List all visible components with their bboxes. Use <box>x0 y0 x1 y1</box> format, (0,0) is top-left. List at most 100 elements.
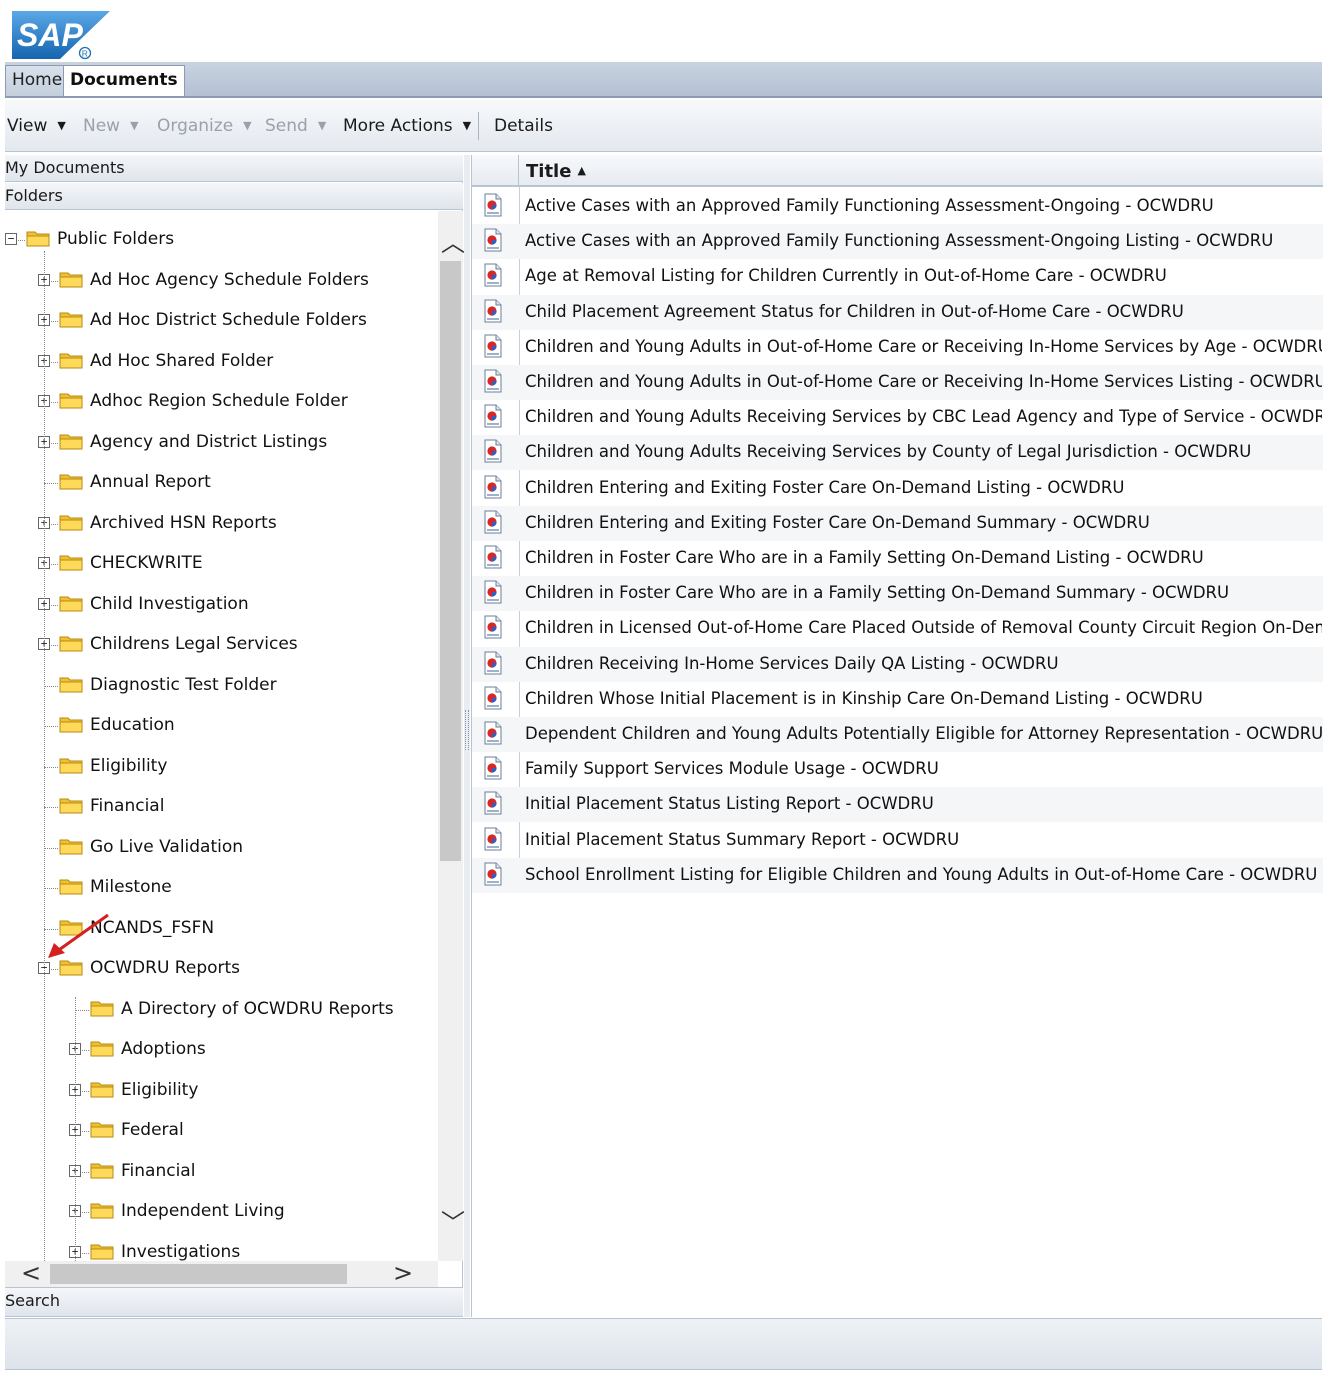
status-bar <box>5 1318 1322 1370</box>
folder-tree-item[interactable]: − Public Folders <box>5 225 437 255</box>
folder-tree-item[interactable]: Annual Report <box>5 468 437 498</box>
folder-tree-item[interactable]: + Archived HSN Reports <box>5 509 437 539</box>
document-row[interactable]: Children in Foster Care Who are in a Fam… <box>472 576 1323 611</box>
folder-tree-item[interactable]: A Directory of OCWDRU Reports <box>5 995 437 1025</box>
send-menu-button[interactable]: Send ▼ <box>265 115 326 137</box>
report-document-icon <box>484 580 502 604</box>
folder-tree-item[interactable]: + Federal <box>5 1116 437 1146</box>
folder-icon <box>59 839 83 855</box>
document-row[interactable]: Initial Placement Status Listing Report … <box>472 787 1323 822</box>
folder-tree-item[interactable]: Education <box>5 711 437 741</box>
document-row[interactable]: Children Entering and Exiting Foster Car… <box>472 506 1323 541</box>
folder-tree-item[interactable]: + CHECKWRITE <box>5 549 437 579</box>
report-document-icon <box>484 299 502 323</box>
svg-text:R: R <box>82 49 88 59</box>
tab-home[interactable]: Home <box>5 65 70 96</box>
scroll-right-icon[interactable]: > <box>393 1261 413 1285</box>
more-actions-menu-button[interactable]: More Actions ▼ <box>343 115 471 137</box>
document-row[interactable]: Active Cases with an Approved Family Fun… <box>472 224 1323 259</box>
folder-tree-item[interactable]: + Childrens Legal Services <box>5 630 437 660</box>
document-row[interactable]: School Enrollment Listing for Eligible C… <box>472 858 1323 893</box>
sap-logo: SAP R <box>12 11 110 60</box>
scroll-down-icon[interactable]: ﹀ <box>441 1211 465 1235</box>
red-arrow-annotation <box>48 913 109 958</box>
folder-tree-label: Financial <box>90 796 165 816</box>
document-title: Child Placement Agreement Status for Chi… <box>525 302 1184 321</box>
folder-tree-item[interactable]: + Agency and District Listings <box>5 428 437 458</box>
folder-tree-label: Annual Report <box>90 472 211 492</box>
folder-tree-label: Adhoc Region Schedule Folder <box>90 391 348 411</box>
document-row[interactable]: Active Cases with an Approved Family Fun… <box>472 189 1323 224</box>
folder-tree-item[interactable]: Diagnostic Test Folder <box>5 671 437 701</box>
folder-tree-item[interactable]: Financial <box>5 792 437 822</box>
document-row[interactable]: Children Whose Initial Placement is in K… <box>472 682 1323 717</box>
document-row[interactable]: Children Entering and Exiting Foster Car… <box>472 471 1323 506</box>
folder-tree-item[interactable]: + Independent Living <box>5 1197 437 1227</box>
document-row[interactable]: Children and Young Adults in Out-of-Home… <box>472 365 1323 400</box>
folder-tree-label: Diagnostic Test Folder <box>90 675 277 695</box>
folder-tree-item[interactable]: + Financial <box>5 1157 437 1187</box>
document-row[interactable]: Children and Young Adults in Out-of-Home… <box>472 330 1323 365</box>
view-menu-button[interactable]: View ▼ <box>7 115 66 137</box>
document-title: School Enrollment Listing for Eligible C… <box>525 865 1318 884</box>
document-row[interactable]: Dependent Children and Young Adults Pote… <box>472 717 1323 752</box>
tab-strip: Home Documents <box>5 62 1322 98</box>
my-documents-section[interactable]: My Documents <box>5 155 463 182</box>
folder-tree-item[interactable]: Eligibility <box>5 752 437 782</box>
search-section[interactable]: Search <box>5 1287 463 1317</box>
folder-tree-item[interactable]: + Ad Hoc Agency Schedule Folders <box>5 266 437 296</box>
details-button[interactable]: Details <box>494 115 553 137</box>
document-row[interactable]: Age at Removal Listing for Children Curr… <box>472 259 1323 294</box>
panel-splitter[interactable] <box>464 155 470 1317</box>
tree-connector <box>75 997 76 1261</box>
report-document-icon <box>484 721 502 745</box>
scroll-up-icon[interactable]: ︿ <box>441 231 465 255</box>
folder-icon <box>59 515 83 531</box>
folder-tree-label: Public Folders <box>57 229 175 249</box>
folder-icon <box>90 1082 114 1098</box>
folder-tree-item[interactable]: + Adhoc Region Schedule Folder <box>5 387 437 417</box>
folder-tree-item[interactable]: + Child Investigation <box>5 590 437 620</box>
folder-tree-item[interactable]: + Investigations <box>5 1238 437 1261</box>
scroll-left-icon[interactable]: < <box>21 1261 41 1285</box>
folder-tree-item[interactable]: + Ad Hoc Shared Folder <box>5 347 437 377</box>
folder-icon <box>90 1203 114 1219</box>
folder-icon <box>59 272 83 288</box>
document-row[interactable]: Initial Placement Status Summary Report … <box>472 823 1323 858</box>
document-title: Initial Placement Status Summary Report … <box>525 830 960 849</box>
document-row[interactable]: Children and Young Adults Receiving Serv… <box>472 435 1323 470</box>
splitter-grip-icon[interactable] <box>465 710 469 750</box>
folder-tree-item[interactable]: + Adoptions <box>5 1035 437 1065</box>
document-row[interactable]: Children Receiving In-Home Services Dail… <box>472 647 1323 682</box>
organize-menu-button[interactable]: Organize ▼ <box>157 115 252 137</box>
report-document-icon <box>484 263 502 287</box>
document-row[interactable]: Family Support Services Module Usage - O… <box>472 752 1323 787</box>
document-row[interactable]: Children and Young Adults Receiving Serv… <box>472 400 1323 435</box>
document-row[interactable]: Children in Foster Care Who are in a Fam… <box>472 541 1323 576</box>
folder-icon <box>59 393 83 409</box>
report-document-icon <box>484 475 502 499</box>
folder-tree-item[interactable]: Go Live Validation <box>5 833 437 863</box>
folders-section[interactable]: Folders <box>5 183 463 210</box>
folder-tree-item[interactable]: + Eligibility <box>5 1076 437 1106</box>
horizontal-scroll-thumb[interactable] <box>50 1264 347 1284</box>
document-row[interactable]: Children in Licensed Out-of-Home Care Pl… <box>472 611 1323 646</box>
horizontal-scrollbar[interactable]: < > <box>5 1261 438 1287</box>
folder-icon <box>59 677 83 693</box>
title-column-header[interactable]: Title ▲ <box>526 160 586 183</box>
folder-tree-label: Ad Hoc Shared Folder <box>90 351 274 371</box>
folder-tree-item[interactable]: Milestone <box>5 873 437 903</box>
vertical-scroll-thumb[interactable] <box>440 261 461 861</box>
tree-connector <box>44 848 58 849</box>
document-title: Family Support Services Module Usage - O… <box>525 759 939 778</box>
document-title: Children Whose Initial Placement is in K… <box>525 689 1203 708</box>
document-row[interactable]: Child Placement Agreement Status for Chi… <box>472 295 1323 330</box>
folder-tree-item[interactable]: + Ad Hoc District Schedule Folders <box>5 306 437 336</box>
document-list-panel: Title ▲ Active Cases with an Approved Fam… <box>471 155 1323 1317</box>
vertical-scrollbar[interactable]: ︿ ﹀ <box>438 211 465 1261</box>
new-menu-button[interactable]: New ▼ <box>83 115 139 137</box>
collapse-icon[interactable]: − <box>5 233 17 245</box>
folder-tree-label: Ad Hoc Agency Schedule Folders <box>90 270 369 290</box>
more-actions-label: More Actions <box>343 116 453 136</box>
tab-documents[interactable]: Documents <box>63 65 185 96</box>
